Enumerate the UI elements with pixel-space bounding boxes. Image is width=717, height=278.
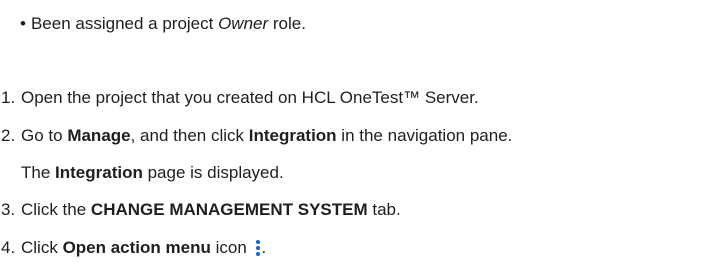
step-number: 3. bbox=[1, 200, 16, 219]
note-text-post: page is displayed. bbox=[142, 163, 284, 182]
kebab-menu-icon bbox=[254, 240, 262, 260]
step-text-post: in the navigation pane. bbox=[336, 126, 513, 145]
note-text-pre: The bbox=[21, 163, 56, 182]
bullet: • bbox=[20, 14, 26, 33]
step-text-tail: . bbox=[261, 238, 267, 257]
step-emphasis-integration: Integration bbox=[248, 126, 337, 145]
step-emphasis-menu: Open action menu bbox=[62, 238, 211, 257]
prereq-text-post: role. bbox=[268, 14, 306, 33]
step-text-post: tab. bbox=[367, 200, 401, 219]
step-text-pre: Click the bbox=[21, 200, 91, 219]
step-number: 2. bbox=[1, 126, 16, 145]
prereq-role: Owner bbox=[218, 14, 269, 33]
prerequisite-item: • Been assigned a project Owner role. bbox=[20, 14, 306, 34]
step-4: 4. Click Open action menu icon . bbox=[1, 238, 266, 260]
step-text-post: icon bbox=[210, 238, 252, 257]
step-3: 3. Click the CHANGE MANAGEMENT SYSTEM tab… bbox=[1, 200, 401, 220]
step-1: 1. Open the project that you created on H… bbox=[1, 88, 479, 108]
prereq-text-pre: Been assigned a project bbox=[30, 14, 219, 33]
step-number: 1. bbox=[1, 88, 16, 107]
step-number: 4. bbox=[1, 238, 16, 257]
step-emphasis-manage: Manage bbox=[67, 126, 131, 145]
step-2-result: The Integration page is displayed. bbox=[21, 163, 284, 183]
note-emphasis: Integration bbox=[55, 163, 143, 182]
step-emphasis-tab: CHANGE MANAGEMENT SYSTEM bbox=[90, 200, 368, 219]
step-2: 2. Go to Manage, and then click Integrati… bbox=[1, 126, 512, 146]
step-text-pre: Click bbox=[21, 238, 63, 257]
step-text-pre: Go to bbox=[21, 126, 68, 145]
step-text-mid: , and then click bbox=[130, 126, 249, 145]
step-text: Open the project that you created on HCL… bbox=[21, 88, 479, 107]
